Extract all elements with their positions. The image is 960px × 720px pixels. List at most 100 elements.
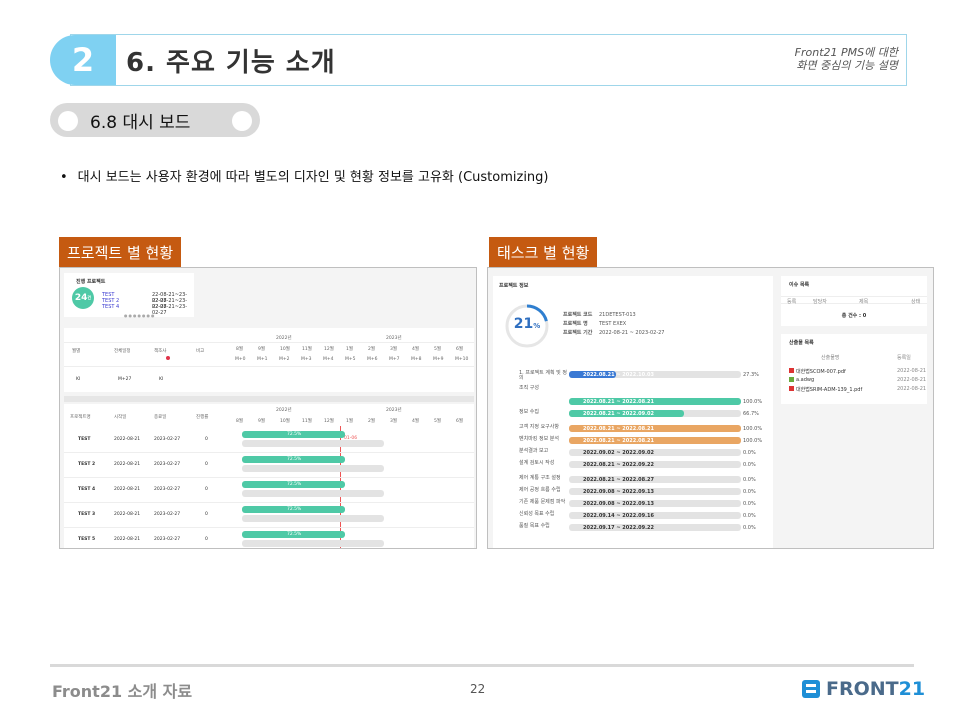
grid-month-label: 3월	[390, 347, 398, 352]
task-pct: 100.0%	[743, 426, 763, 432]
grid-month-label: 12월	[324, 347, 334, 352]
task-pct: 100.0%	[743, 399, 763, 405]
gantt-bar-label: 72.5%	[287, 507, 302, 512]
grid-mplus-label: M+3	[301, 357, 312, 362]
task-row[interactable]: 제어 공정 흐름 수립 2022.09.08 ~ 2022.09.13 0.0%	[493, 485, 773, 497]
gantt-start-date: 2022-08-21	[114, 437, 141, 442]
info-row-code: 프로젝트 코드 21DETEST-013	[563, 311, 636, 318]
ongoing-project-card[interactable]: 진행 프로젝트 24 건 TEST 22-08-21~23-02-27 TEST 22…	[64, 273, 194, 318]
gantt-end-date: 2023-02-27	[154, 462, 181, 467]
task-name: 정보 수집	[519, 409, 539, 415]
grid-mplus-label: M+6	[367, 357, 378, 362]
grid-row-cell: KI	[76, 377, 81, 382]
info-name-value: TEST EXEX	[599, 321, 627, 327]
gantt-project-name[interactable]: TEST	[78, 437, 90, 442]
section-label: 6.8 대시 보드	[90, 113, 191, 133]
gantt-month-label: 3월	[390, 419, 398, 424]
required-dot-icon	[166, 356, 170, 360]
task-range: 2022.08.21 ~ 2022.08.21	[583, 438, 654, 444]
issue-list-title: 이슈 목록	[789, 282, 810, 288]
grid-col-header: 비고	[196, 349, 205, 354]
info-period-value: 2022-08-21 ~ 2023-02-27	[599, 330, 665, 336]
gantt-row-line	[64, 502, 474, 503]
pill-dot-left-icon	[58, 111, 78, 131]
grid-row-cell: KI	[159, 377, 164, 382]
task-row[interactable]: 제어 계통 구조 설정 2022.08.21 ~ 2022.08.27 0.0%	[493, 473, 773, 485]
project-count-unit: 건	[87, 295, 92, 300]
task-row[interactable]: 고객 지정 요구사항 2022.08.21 ~ 2022.08.21 100.0%	[493, 422, 773, 434]
gantt-project-name[interactable]: TEST 4	[78, 487, 95, 492]
gantt-month-label: 4월	[412, 419, 420, 424]
output-file-name[interactable]: 대한법SRIM-ADM-139_1.pdf	[796, 386, 862, 393]
info-name-label: 프로젝트 명	[563, 321, 588, 327]
output-file-name[interactable]: a.adwg	[796, 377, 814, 383]
task-pct: 0.0%	[743, 501, 756, 507]
logo-text-21: 21	[898, 678, 926, 700]
grid-separator	[64, 396, 474, 402]
grid-month-label: 1월	[346, 347, 354, 352]
gantt-end-date: 2023-02-27	[154, 487, 181, 492]
gantt-project-name[interactable]: TEST 2	[78, 462, 95, 467]
grid-month-label: 11월	[302, 347, 312, 352]
ongoing-project-name[interactable]: TEST 4	[102, 304, 119, 310]
gantt-row-line	[64, 527, 474, 528]
output-file-name[interactable]: 대한법SCOM-007.pdf	[796, 368, 846, 375]
header-subtitle: Front21 PMS에 대한 화면 중심의 기능 설명	[795, 46, 898, 72]
task-row[interactable]: 신뢰성 목표 수립 2022.09.14 ~ 2022.09.16 0.0%	[493, 509, 773, 521]
progress-percent: 21%	[503, 316, 551, 332]
grid-month-label: 5월	[434, 347, 442, 352]
task-row[interactable]: 분석결과 보고 2022.09.02 ~ 2022.09.02 0.0%	[493, 446, 773, 458]
grid-mplus-label: M+1	[257, 357, 268, 362]
gantt-year-label: 2022년	[276, 408, 292, 413]
page-number: 22	[470, 682, 486, 696]
output-list-title: 산출물 목록	[789, 340, 814, 346]
gantt-col-header: 프로젝트명	[70, 415, 91, 420]
task-row[interactable]: 정보 수집 2022.08.21 ~ 2022.09.02 66.7%	[493, 407, 773, 419]
task-range: 2022.08.21 ~ 2022.08.27	[583, 477, 654, 483]
gantt-col-header: 시작일	[114, 415, 127, 420]
output-col-date: 등록일	[897, 355, 911, 361]
task-pct: 27.3%	[743, 372, 759, 378]
issue-col-header: 등록	[787, 299, 797, 305]
task-status-panel: 프로젝트 정보 21% 프로젝트 코드 21DETEST-013 프로젝트 명 TE…	[487, 267, 934, 549]
task-row[interactable]: 설계 검토시 작성 2022.08.21 ~ 2022.09.22 0.0%	[493, 458, 773, 470]
output-file-date: 2022-08-21	[897, 386, 927, 392]
task-range: 2022.08.21 ~ 2022.08.21	[583, 399, 654, 405]
task-range: 2022.09.08 ~ 2022.09.13	[583, 501, 654, 507]
gantt-rate: 0	[205, 437, 208, 442]
project-status-panel: 진행 프로젝트 24 건 TEST 22-08-21~23-02-27 TEST 2 2…	[59, 267, 477, 549]
gantt-month-label: 10월	[280, 419, 290, 424]
pill-dot-right-icon	[232, 111, 252, 131]
grid-mplus-label: M+2	[279, 357, 290, 362]
gantt-col-header: 종료일	[154, 415, 167, 420]
grid-month-label: 4월	[412, 347, 420, 352]
grid-month-label: 10월	[280, 347, 290, 352]
task-range: 2022.08.21 ~ 2022.10.03	[583, 372, 654, 378]
task-range: 2022.08.21 ~ 2022.09.02	[583, 411, 654, 417]
logo-text-front: FRONT	[826, 678, 899, 700]
footer-divider	[50, 664, 914, 667]
bullet-dot-icon: •	[60, 170, 68, 185]
grid-mplus-label: M+5	[345, 357, 356, 362]
gantt-month-label: 5월	[434, 419, 442, 424]
gantt-project-name[interactable]: TEST 5	[78, 537, 95, 542]
task-row[interactable]: 1. 프로젝트 계획 및 정의 2022.08.21 ~ 2022.10.03 27…	[493, 368, 773, 381]
gantt-rate: 0	[205, 462, 208, 467]
bullet-item: • 대시 보드는 사용자 환경에 따라 별도의 디자인 및 현황 정보를 고유화 …	[60, 166, 549, 185]
carousel-dots-icon[interactable]: ●●●●●●●	[124, 313, 155, 318]
chapter-number-badge: 2	[50, 35, 116, 85]
file-type-icon	[789, 368, 794, 373]
task-pct: 0.0%	[743, 489, 756, 495]
project-count-badge: 24 건	[72, 287, 94, 309]
gantt-project-name[interactable]: TEST 3	[78, 512, 95, 517]
task-name: 1. 프로젝트 계획 및 정의	[519, 370, 567, 381]
issue-col-header: 제목	[859, 299, 869, 305]
task-row[interactable]: 품질 목표 수립 2022.09.17 ~ 2022.09.22 0.0%	[493, 521, 773, 533]
task-row[interactable]: 벤치마킹 정보 분석 2022.08.21 ~ 2022.08.21 100.0%	[493, 434, 773, 446]
task-pct: 100.0%	[743, 438, 763, 444]
task-name: 품질 목표 수립	[519, 523, 550, 529]
front21-logo-icon	[802, 680, 820, 698]
task-row[interactable]: 조직 구성	[493, 383, 773, 395]
task-row[interactable]: 2022.08.21 ~ 2022.08.21 100.0%	[493, 395, 773, 407]
task-row[interactable]: 기존 제품 문제점 파악 2022.09.08 ~ 2022.09.13 0.0%	[493, 497, 773, 509]
